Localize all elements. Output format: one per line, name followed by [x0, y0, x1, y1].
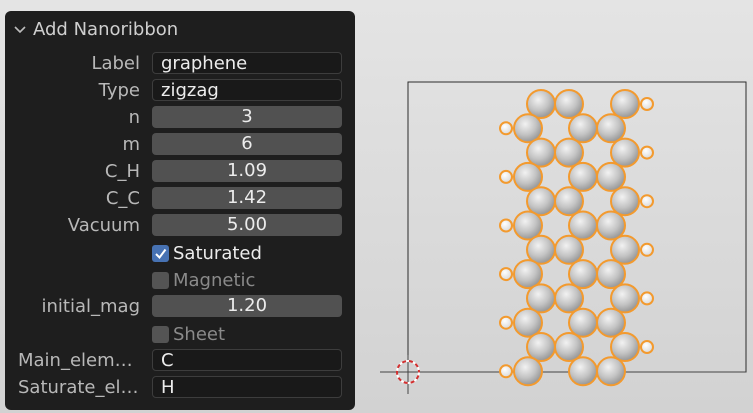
sheet-checkbox[interactable]: Sheet [152, 322, 225, 346]
saturate-element-row: Saturate_el… H [5, 376, 355, 400]
nanoribbon-model[interactable] [499, 89, 654, 387]
hydrogen-atom[interactable] [640, 291, 654, 306]
initial-mag-label: initial_mag [41, 296, 141, 317]
unchecked-box-icon[interactable] [152, 325, 169, 343]
n-row: n 3 [5, 106, 355, 130]
carbon-atom[interactable] [596, 113, 626, 144]
magnetic-checkbox[interactable]: Magnetic [152, 268, 255, 292]
carbon-atom[interactable] [568, 259, 598, 290]
checkmark-icon[interactable] [152, 244, 169, 262]
carbon-atom[interactable] [568, 161, 598, 192]
hydrogen-atom[interactable] [499, 169, 513, 184]
carbon-atom[interactable] [568, 356, 598, 387]
panel-header[interactable]: Add Nanoribbon [13, 16, 178, 42]
type-label: Type [98, 80, 140, 101]
vacuum-row: Vacuum 5.00 [5, 214, 355, 238]
hydrogen-atom[interactable] [499, 218, 513, 233]
saturate-element-label: Saturate_el… [18, 377, 139, 398]
carbon-atom[interactable] [554, 186, 584, 217]
c-h-label: C_H [104, 161, 140, 182]
m-row: m 6 [5, 133, 355, 157]
initial-mag-field[interactable]: 1.20 [152, 295, 342, 317]
c-h-row: C_H 1.09 [5, 160, 355, 184]
main-element-label: Main_elem… [18, 350, 133, 371]
type-field[interactable]: zigzag [152, 79, 342, 101]
carbon-atom[interactable] [596, 161, 626, 192]
m-field[interactable]: 6 [152, 133, 342, 155]
c-h-field[interactable]: 1.09 [152, 160, 342, 182]
saturated-checkbox[interactable]: Saturated [152, 241, 262, 265]
saturated-row: Saturated [5, 241, 355, 265]
c-c-label: C_C [105, 188, 140, 209]
carbon-atom[interactable] [554, 332, 584, 362]
operator-panel: Add Nanoribbon Label graphene Type zigza… [5, 11, 355, 410]
hydrogen-atom[interactable] [640, 340, 654, 354]
hydrogen-atom[interactable] [640, 145, 654, 160]
main-element-field[interactable]: C [152, 349, 342, 371]
carbon-atom[interactable] [568, 113, 598, 144]
n-label: n [128, 107, 140, 128]
m-label: m [122, 134, 140, 155]
n-field[interactable]: 3 [152, 106, 342, 128]
carbon-atom[interactable] [554, 89, 584, 119]
label-row: Label graphene [5, 52, 355, 76]
hydrogen-atom[interactable] [640, 97, 654, 111]
sheet-label: Sheet [173, 323, 226, 345]
carbon-atom[interactable] [554, 283, 584, 314]
chevron-down-icon[interactable] [13, 16, 27, 42]
c-c-field[interactable]: 1.42 [152, 187, 342, 209]
carbon-atom[interactable] [568, 307, 598, 338]
sheet-row: Sheet [5, 322, 355, 346]
carbon-atom[interactable] [610, 89, 640, 119]
vacuum-label: Vacuum [67, 215, 140, 236]
c-c-row: C_C 1.42 [5, 187, 355, 211]
label-label: Label [91, 53, 140, 74]
hydrogen-atom[interactable] [640, 194, 654, 209]
saturate-element-field[interactable]: H [152, 376, 342, 398]
carbon-atom[interactable] [554, 234, 584, 265]
hydrogen-atom[interactable] [640, 242, 654, 257]
carbon-atom[interactable] [610, 186, 640, 217]
carbon-atom[interactable] [596, 356, 626, 387]
unchecked-box-icon[interactable] [152, 271, 169, 289]
carbon-atom[interactable] [610, 234, 640, 265]
carbon-atom[interactable] [596, 307, 626, 338]
saturated-label: Saturated [173, 242, 262, 264]
main-element-row: Main_elem… C [5, 349, 355, 373]
type-row: Type zigzag [5, 79, 355, 103]
carbon-atom[interactable] [568, 210, 598, 241]
carbon-atom[interactable] [596, 259, 626, 290]
vacuum-field[interactable]: 5.00 [152, 214, 342, 236]
carbon-atom[interactable] [610, 137, 640, 168]
carbon-atom[interactable] [554, 137, 584, 168]
hydrogen-atom[interactable] [499, 364, 513, 379]
magnetic-label: Magnetic [173, 269, 256, 291]
carbon-atom[interactable] [596, 210, 626, 241]
carbon-atom[interactable] [610, 283, 640, 314]
carbon-atom[interactable] [610, 332, 640, 362]
hydrogen-atom[interactable] [499, 267, 513, 282]
panel-title: Add Nanoribbon [33, 18, 179, 40]
carbon-atom[interactable] [513, 356, 543, 387]
hydrogen-atom[interactable] [499, 121, 513, 136]
hydrogen-atom[interactable] [499, 315, 513, 330]
label-field[interactable]: graphene [152, 52, 342, 74]
magnetic-row: Magnetic [5, 268, 355, 292]
initial-mag-row: initial_mag 1.20 [5, 295, 355, 319]
